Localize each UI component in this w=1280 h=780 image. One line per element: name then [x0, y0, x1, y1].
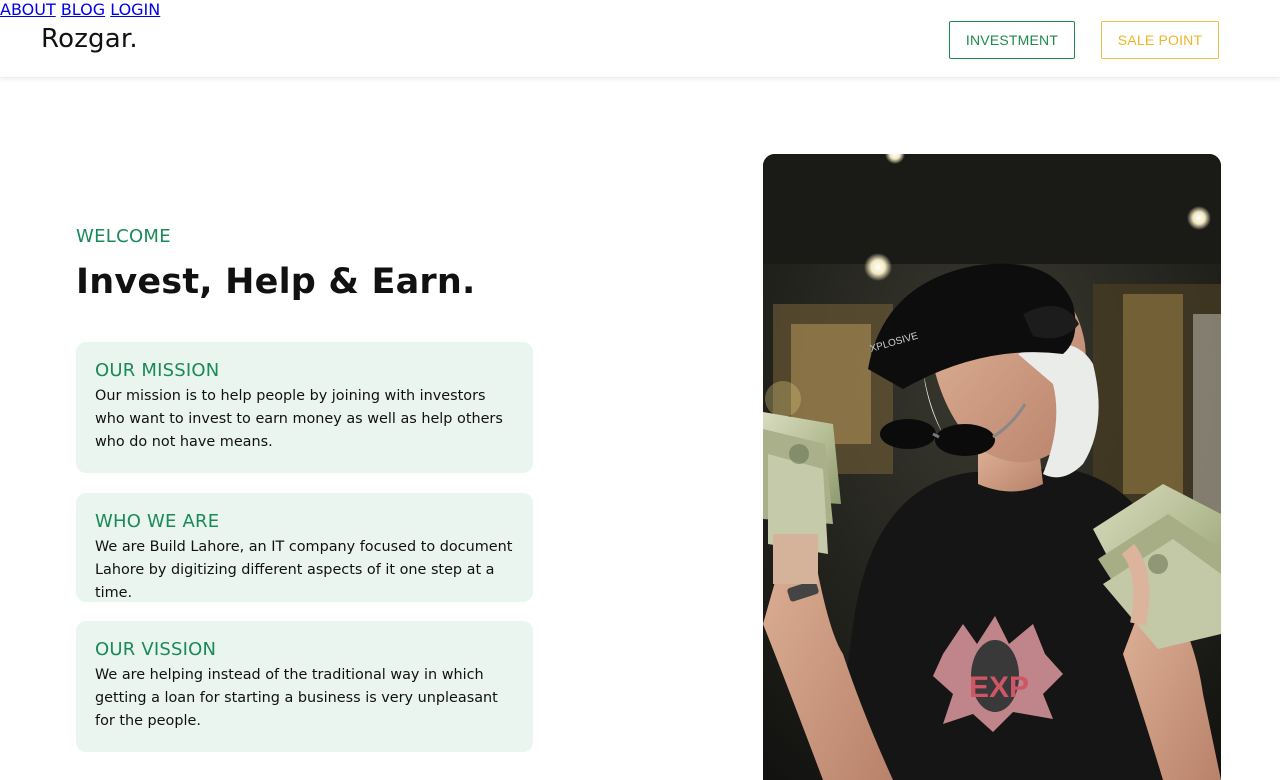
mission-card-title: OUR MISSION	[95, 360, 220, 381]
nav-login[interactable]: LOGIN	[110, 0, 160, 19]
page-title: Invest, Help & Earn.	[76, 262, 476, 302]
hero-photo: EXP XPLOSIVE	[763, 154, 1221, 780]
nav-blog[interactable]: BLOG	[61, 0, 105, 19]
logo[interactable]: Rozgar.	[41, 24, 138, 54]
who-we-are-card: WHO WE ARE We are Build Lahore, an IT co…	[76, 493, 533, 602]
investment-button[interactable]: INVESTMENT	[949, 21, 1075, 59]
who-we-are-card-body: We are Build Lahore, an IT company focus…	[95, 539, 513, 601]
vision-card: OUR VISSION We are helping instead of th…	[76, 621, 533, 752]
welcome-eyebrow: WELCOME	[76, 226, 171, 247]
main-nav: ABOUT BLOG LOGIN	[0, 0, 1280, 19]
shirt-text: EXP	[969, 671, 1029, 704]
vision-card-title: OUR VISSION	[95, 639, 217, 660]
mission-card-body: Our mission is to help people by joining…	[95, 388, 503, 450]
sale-point-button[interactable]: SALE POINT	[1101, 21, 1219, 59]
vision-card-body: We are helping instead of the traditiona…	[95, 667, 498, 729]
hero-photo-illustration: EXP XPLOSIVE	[763, 154, 1221, 780]
mission-card: OUR MISSION Our mission is to help peopl…	[76, 342, 533, 473]
who-we-are-card-title: WHO WE ARE	[95, 511, 220, 532]
nav-about[interactable]: ABOUT	[0, 0, 56, 19]
site-header: Rozgar. ABOUT BLOG LOGIN INVESTMENT SALE…	[0, 0, 1280, 78]
